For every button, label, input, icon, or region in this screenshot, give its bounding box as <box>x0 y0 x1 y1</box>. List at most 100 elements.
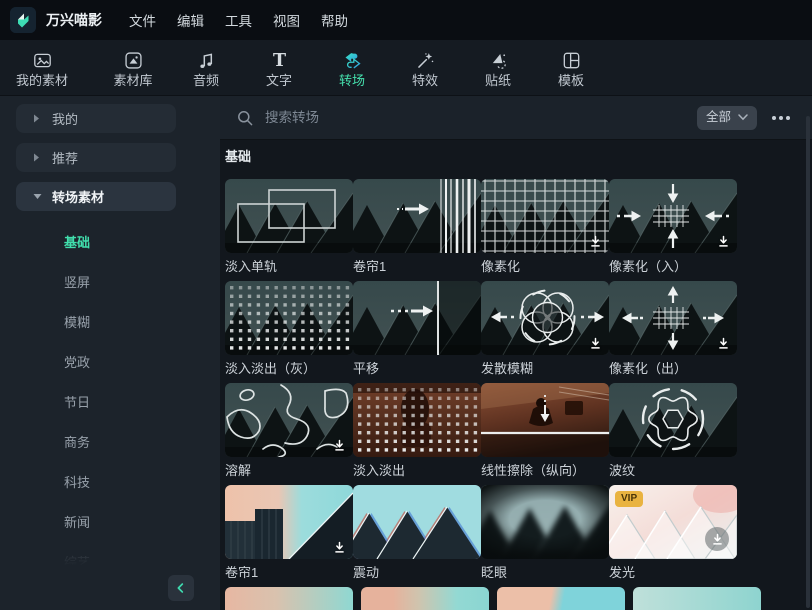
app-logo-icon[interactable] <box>10 7 36 33</box>
transition-thumbnail[interactable] <box>481 179 609 253</box>
vertical-scrollbar[interactable] <box>806 116 810 608</box>
sidebar-item-technology[interactable]: 科技 <box>0 461 220 501</box>
tab-audio[interactable]: 音频 <box>170 50 242 87</box>
tab-stock-media[interactable]: 素材库 <box>97 50 169 87</box>
transition-thumbnail[interactable] <box>353 383 481 457</box>
transition-card[interactable]: 发散模糊 <box>481 281 609 383</box>
sticker-icon <box>492 53 506 69</box>
transition-card[interactable]: 像素化（出） <box>609 281 737 383</box>
asset-tabbar: 我的素材 素材库 音频 T 文字 转场 特效 贴纸 模板 <box>0 40 812 96</box>
text-icon: T <box>272 51 285 71</box>
download-icon[interactable] <box>587 233 603 249</box>
transition-overlay-wipe-down <box>481 395 609 457</box>
sidebar-item-vertical[interactable]: 竖屏 <box>0 261 220 301</box>
transition-thumbnail[interactable] <box>609 383 737 457</box>
sidebar-item-festival[interactable]: 节日 <box>0 381 220 421</box>
sidebar-group-recommended[interactable]: 推荐 <box>16 143 176 172</box>
transition-thumbnail[interactable] <box>609 281 737 355</box>
transition-card[interactable]: 震动 <box>353 485 481 587</box>
transition-card[interactable]: 淡入淡出（灰） <box>225 281 353 383</box>
transition-card[interactable]: 线性擦除（纵向） <box>481 383 609 485</box>
transition-card[interactable]: 卷帘1 <box>225 485 353 587</box>
tab-label: 文字 <box>265 72 292 88</box>
transition-card[interactable]: 像素化（入） <box>609 179 737 281</box>
transition-card[interactable]: 淡入单轨 <box>225 179 353 281</box>
transition-thumbnail[interactable] <box>225 383 353 457</box>
transition-thumbnail[interactable] <box>225 179 353 253</box>
menu-tools[interactable]: 工具 <box>225 10 252 30</box>
app-window: 万兴喵影 文件 编辑 工具 视图 帮助 我的素材 素材库 音频 T 文字 转场 特效 贴… <box>0 0 812 610</box>
more-options-icon[interactable] <box>770 111 792 125</box>
chevron-left-icon <box>177 583 184 593</box>
tab-stickers[interactable]: 贴纸 <box>462 50 534 87</box>
tab-label: 音频 <box>192 72 219 88</box>
tab-effects[interactable]: 特效 <box>389 50 461 87</box>
download-icon[interactable] <box>331 539 347 555</box>
sidebar-group-mine[interactable]: 我的 <box>16 104 176 133</box>
transition-thumbnail[interactable] <box>353 179 481 253</box>
transition-thumbnail[interactable] <box>481 281 609 355</box>
menu-help[interactable]: 帮助 <box>321 10 348 30</box>
sidebar-item-blur[interactable]: 模糊 <box>0 301 220 341</box>
partial-thumbnail[interactable] <box>633 587 761 610</box>
transition-name: 发光 <box>609 566 636 579</box>
partial-thumbnail[interactable] <box>497 587 625 610</box>
menu-file[interactable]: 文件 <box>129 10 156 30</box>
download-icon[interactable] <box>715 233 731 249</box>
transition-card[interactable]: VIP 发光 <box>609 485 737 587</box>
transition-icon <box>345 52 361 68</box>
transition-name: 卷帘1 <box>353 260 387 273</box>
transition-name: 溶解 <box>225 464 252 477</box>
download-icon[interactable] <box>331 437 347 453</box>
transition-card[interactable]: 溶解 <box>225 383 353 485</box>
transition-thumbnail[interactable] <box>609 179 737 253</box>
tab-label: 特效 <box>411 72 438 88</box>
transition-thumbnail[interactable] <box>481 383 609 457</box>
transition-name: 眨眼 <box>481 566 508 579</box>
transition-card[interactable]: 波纹 <box>609 383 737 485</box>
transition-thumbnail[interactable] <box>353 485 481 559</box>
download-icon[interactable] <box>715 335 731 351</box>
sidebar-item-basic[interactable]: 基础 <box>0 221 220 261</box>
download-icon[interactable] <box>587 335 603 351</box>
sidebar-categories: 基础 竖屏 模糊 党政 节日 商务 科技 新闻 综艺 <box>0 221 220 581</box>
tab-label: 贴纸 <box>484 72 511 88</box>
tab-templates[interactable]: 模板 <box>535 50 607 87</box>
partial-thumbnail[interactable] <box>361 587 489 610</box>
transition-thumbnail[interactable]: VIP <box>609 485 737 559</box>
transition-card[interactable]: 卷帘1 <box>353 179 481 281</box>
transition-thumbnail[interactable] <box>353 281 481 355</box>
transition-thumbnail[interactable] <box>225 485 353 559</box>
sidebar-item-news[interactable]: 新闻 <box>0 501 220 541</box>
menu-edit[interactable]: 编辑 <box>177 10 204 30</box>
transition-thumbnail[interactable] <box>481 485 609 559</box>
sidebar-collapse-button[interactable] <box>168 575 194 601</box>
transition-thumbnail[interactable] <box>225 281 353 355</box>
vignette-overlay <box>481 485 609 559</box>
transition-card[interactable]: 淡入淡出 <box>353 383 481 485</box>
download-icon[interactable] <box>705 527 729 551</box>
transition-overlay-vlines <box>397 179 476 253</box>
sidebar-item-party-gov[interactable]: 党政 <box>0 341 220 381</box>
caret-right-icon <box>33 114 43 124</box>
transition-name: 像素化 <box>481 260 521 273</box>
transition-card[interactable]: 像素化 <box>481 179 609 281</box>
tab-my-media[interactable]: 我的素材 <box>0 50 84 87</box>
search-input[interactable] <box>263 109 697 126</box>
tab-label: 转场 <box>338 72 365 88</box>
transition-card[interactable]: 平移 <box>353 281 481 383</box>
sidebar-group-transition-assets[interactable]: 转场素材 <box>16 182 176 211</box>
category-label: 基础 <box>64 234 91 250</box>
sidebar-item-business[interactable]: 商务 <box>0 421 220 461</box>
filter-dropdown[interactable]: 全部 <box>696 105 757 130</box>
transition-overlay-dots <box>230 286 350 350</box>
transition-name: 震动 <box>353 566 380 579</box>
tab-text[interactable]: T 文字 <box>243 50 315 87</box>
template-icon <box>563 52 579 68</box>
menu-view[interactable]: 视图 <box>273 10 300 30</box>
tab-transitions[interactable]: 转场 <box>316 50 388 87</box>
category-label: 商务 <box>64 434 91 450</box>
partial-thumbnail[interactable] <box>225 587 353 610</box>
transitions-grid: 淡入单轨 卷帘1 像素化 像素化（入） 淡入淡出（灰） 平移 发散模糊 像素化（… <box>225 179 785 610</box>
transition-card[interactable]: 眨眼 <box>481 485 609 587</box>
